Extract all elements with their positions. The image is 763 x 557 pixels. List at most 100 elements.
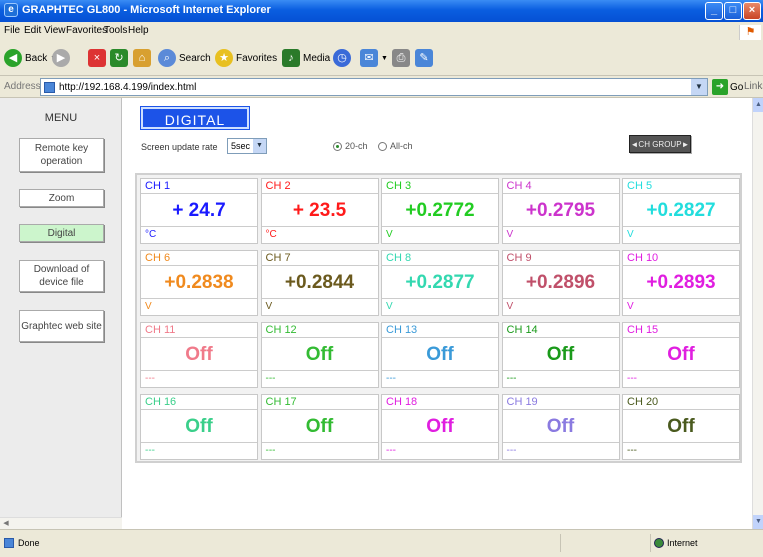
menu-favorites[interactable]: Favorites [66, 25, 107, 36]
channel-name: CH 8 [382, 251, 498, 266]
mail-button[interactable]: ✉ ▼ [360, 46, 388, 70]
go-button[interactable]: ➜ Go [712, 79, 743, 95]
mail-icon: ✉ [360, 49, 378, 67]
channel-cell: CH 7 +0.2844 V [260, 250, 379, 316]
sidebar-item-graphtec-site[interactable]: Graphtec web site [19, 310, 104, 342]
window-titlebar: e GRAPHTEC GL800 - Microsoft Internet Ex… [0, 0, 763, 22]
channel-value: Off [141, 338, 257, 371]
search-button[interactable]: ⌕ Search [158, 46, 211, 70]
channel-unit: °C [265, 229, 277, 240]
vertical-scrollbar[interactable]: ▲ ▼ [752, 98, 763, 529]
radio-allch[interactable]: All-ch [378, 141, 413, 151]
channel-value: +0.2838 [141, 266, 257, 299]
channel-cell: CH 20 Off --- [622, 394, 740, 460]
channel-grid: CH 1 + 24.7 °C CH 2 + 23.5 °C CH 3 +0.2772 V CH 4… [135, 173, 742, 463]
edit-icon: ✎ [415, 49, 433, 67]
menu-tools[interactable]: Tools [104, 25, 127, 36]
home-button[interactable]: ⌂ [133, 46, 151, 70]
sidebar-item-digital[interactable]: Digital [19, 224, 104, 242]
print-button[interactable]: ⎙ [392, 46, 410, 70]
channel-unit: --- [506, 445, 517, 456]
back-button[interactable]: ◀ Back ▼ [4, 46, 57, 70]
window-title: GRAPHTEC GL800 - Microsoft Internet Expl… [22, 4, 271, 16]
back-arrow-icon: ◀ [4, 49, 22, 67]
close-button[interactable]: × [743, 2, 761, 20]
refresh-icon: ↻ [110, 49, 128, 67]
page-icon [44, 82, 55, 93]
channel-value: Off [382, 410, 498, 443]
channel-cell: CH 15 Off --- [622, 322, 740, 388]
history-icon: ◷ [333, 49, 351, 67]
media-button[interactable]: ♪ Media [282, 46, 330, 70]
main-content: DIGITAL Screen update rate 5sec ▼ 20-ch … [123, 98, 752, 529]
update-rate-label: Screen update rate [141, 142, 218, 152]
channel-value: Off [261, 338, 378, 371]
channel-name: CH 20 [623, 395, 739, 410]
toolbar: ◀ Back ▼ ▶ × ↻ ⌂ ⌕ Search ★ Favorites ♪ … [0, 40, 763, 76]
channel-value: +0.2877 [382, 266, 498, 299]
channel-cell: CH 13 Off --- [381, 322, 499, 388]
go-arrow-icon: ➜ [712, 79, 728, 95]
minimize-button[interactable]: _ [705, 2, 723, 20]
channel-cell: CH 14 Off --- [501, 322, 620, 388]
menu-file[interactable]: File [4, 25, 20, 36]
status-done: Done [4, 538, 40, 548]
stop-button[interactable]: × [88, 46, 106, 70]
scroll-up-icon[interactable]: ▲ [753, 98, 763, 112]
channel-name: CH 7 [261, 251, 378, 266]
links-button[interactable]: Links [744, 81, 763, 92]
sidebar-horizontal-scrollbar[interactable]: ◀ [0, 517, 122, 529]
address-url: http://192.168.4.199/index.html [59, 82, 197, 93]
address-dropdown-icon[interactable]: ▼ [691, 79, 707, 95]
maximize-button[interactable]: □ [724, 2, 742, 20]
ch-group-button[interactable]: ◄CH GROUP► [629, 135, 691, 153]
channel-name: CH 15 [623, 323, 739, 338]
channel-value: +0.2896 [502, 266, 619, 299]
channel-name: CH 6 [141, 251, 257, 266]
menu-help[interactable]: Help [128, 25, 149, 36]
channel-name: CH 10 [623, 251, 739, 266]
sidebar-item-remote-key[interactable]: Remote key operation [19, 138, 104, 172]
sidebar-item-download[interactable]: Download of device file [19, 260, 104, 292]
page-title: DIGITAL [140, 106, 250, 130]
channel-value: + 23.5 [261, 194, 378, 227]
channel-value: Off [382, 338, 498, 371]
forward-button[interactable]: ▶ [52, 46, 70, 70]
channel-unit: --- [627, 445, 637, 456]
channel-name: CH 16 [141, 395, 257, 410]
channel-unit: V [386, 301, 393, 312]
scroll-left-icon[interactable]: ◀ [0, 518, 12, 529]
radio-20ch[interactable]: 20-ch [333, 141, 368, 151]
channel-value: Off [623, 410, 739, 443]
channel-value: + 24.7 [141, 194, 257, 227]
history-button[interactable]: ◷ [333, 46, 351, 70]
sidebar-item-zoom[interactable]: Zoom [19, 189, 104, 207]
channel-unit: V [145, 301, 152, 312]
channel-value: +0.2772 [382, 194, 498, 227]
star-icon: ★ [215, 49, 233, 67]
menu-view[interactable]: View [44, 25, 66, 36]
scroll-down-icon[interactable]: ▼ [753, 515, 763, 529]
channel-name: CH 5 [623, 179, 739, 194]
print-icon: ⎙ [392, 49, 410, 67]
channel-name: CH 18 [382, 395, 498, 410]
refresh-button[interactable]: ↻ [110, 46, 128, 70]
radio-dot-selected [333, 141, 342, 151]
channel-name: CH 12 [261, 323, 378, 338]
ie-logo-icon: e [4, 3, 18, 17]
statusbar: Done Internet [0, 529, 763, 557]
channel-unit: V [506, 229, 514, 240]
status-divider [560, 534, 561, 552]
channel-unit: V [386, 229, 393, 240]
update-rate-select[interactable]: 5sec ▼ [227, 138, 267, 154]
menu-edit[interactable]: Edit [24, 25, 41, 36]
channel-name: CH 11 [141, 323, 257, 338]
home-icon: ⌂ [133, 49, 151, 67]
menubar: File Edit View Favorites Tools Help ⚑ [0, 22, 763, 41]
channel-unit: --- [386, 373, 396, 384]
favorites-button[interactable]: ★ Favorites [215, 46, 277, 70]
channel-cell: CH 19 Off --- [501, 394, 620, 460]
edit-page-button[interactable]: ✎ [415, 46, 433, 70]
address-input[interactable]: http://192.168.4.199/index.html ▼ [40, 78, 708, 96]
channel-cell: CH 2 + 23.5 °C [260, 178, 379, 244]
